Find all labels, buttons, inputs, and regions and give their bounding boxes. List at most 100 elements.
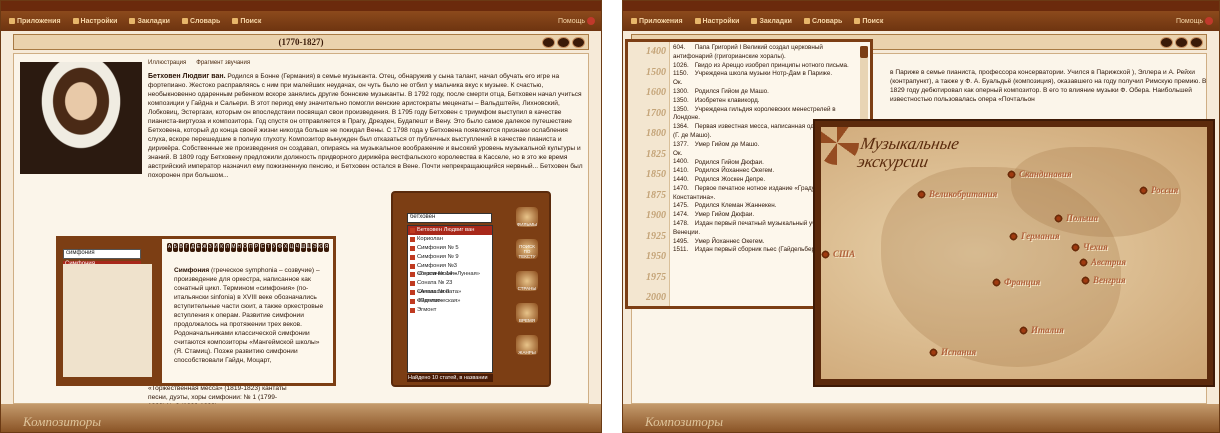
- search-result-item[interactable]: Симфония №3 «Героическая»: [408, 262, 492, 277]
- forward-button[interactable]: [1175, 37, 1188, 48]
- article-heading: Бетховен Людвиг ван.: [148, 73, 226, 80]
- city-label[interactable]: Германия: [1021, 231, 1060, 241]
- menu-item-settings[interactable]: Настройки: [694, 18, 739, 25]
- city-label[interactable]: Италия: [1031, 325, 1064, 335]
- alphabet-letter[interactable]: Р: [254, 243, 259, 252]
- back-button[interactable]: [1160, 37, 1173, 48]
- alphabet-letter[interactable]: З: [207, 243, 213, 252]
- alphabet-letter[interactable]: О: [242, 243, 248, 252]
- search-input[interactable]: бетховен: [407, 213, 492, 223]
- alphabet-letter[interactable]: Т: [265, 243, 271, 252]
- search-result-item[interactable]: Кориолан: [408, 235, 492, 244]
- menu-item-apps[interactable]: Приложения: [9, 18, 61, 25]
- search-result-item[interactable]: Симфония № 9: [408, 253, 492, 262]
- search-result-item[interactable]: Симфония № 5: [408, 244, 492, 253]
- alphabet-letter[interactable]: Д: [190, 243, 196, 252]
- event-text: Родился Клеман Жаннекен.: [693, 202, 777, 210]
- search-result-item[interactable]: Соната № 23 «Аппассионата»: [408, 279, 492, 295]
- help-button[interactable]: Помощь: [558, 17, 595, 25]
- menu-item-dictionary[interactable]: Словарь: [181, 18, 220, 25]
- menu-item-search[interactable]: Поиск: [854, 18, 883, 25]
- settings-icon: [694, 18, 701, 24]
- city-label[interactable]: Скандинавия: [1019, 169, 1071, 179]
- dictionary-icon: [803, 18, 810, 24]
- city-pin-icon[interactable]: [1019, 326, 1028, 335]
- city-pin-icon[interactable]: [992, 278, 1001, 287]
- side-nav-button[interactable]: СТРАНЫ: [516, 271, 538, 291]
- home-button[interactable]: [572, 37, 585, 48]
- alphabet-letter[interactable]: М: [230, 243, 236, 252]
- city-pin-icon[interactable]: [929, 348, 938, 357]
- search-result-item[interactable]: Фиделио: [408, 297, 492, 306]
- city-pin-icon[interactable]: [1071, 243, 1080, 252]
- city-pin-icon[interactable]: [1081, 276, 1090, 285]
- city-label[interactable]: Испания: [941, 347, 976, 357]
- home-button[interactable]: [1190, 37, 1203, 48]
- city-pin-icon[interactable]: [1139, 186, 1148, 195]
- city-pin-icon[interactable]: [1054, 214, 1063, 223]
- city-label[interactable]: Австрия: [1091, 257, 1126, 267]
- menu-item-dictionary[interactable]: Словарь: [803, 18, 842, 25]
- city-label[interactable]: Россия: [1151, 185, 1178, 195]
- side-nav-button[interactable]: ПОИСК ПО ТЕКСТУ: [516, 239, 538, 259]
- search-result-item[interactable]: Эгмонт: [408, 306, 492, 315]
- event-year: 1495.: [673, 237, 689, 245]
- forward-button[interactable]: [557, 37, 570, 48]
- alphabet-letter[interactable]: Я: [324, 243, 329, 252]
- city-pin-icon[interactable]: [1009, 232, 1018, 241]
- alphabet-letter[interactable]: Л: [225, 243, 230, 252]
- alphabet-letter[interactable]: Х: [283, 243, 289, 252]
- illustration-link[interactable]: Иллюстрация: [148, 60, 186, 66]
- dictionary-search-input[interactable]: симфония: [63, 249, 141, 259]
- alphabet-letter[interactable]: Ю: [318, 243, 324, 252]
- alphabet-letter[interactable]: И: [213, 243, 219, 252]
- event-text: Родился Йоханнес Окегем.: [693, 167, 775, 175]
- europe-map[interactable]: Музыкальные экскурсии Скандинавия Великобр…: [821, 127, 1207, 379]
- city-pin-icon[interactable]: [1007, 170, 1016, 179]
- city-label[interactable]: США: [833, 249, 855, 259]
- alphabet-letter[interactable]: Г: [184, 243, 190, 252]
- side-nav-button[interactable]: ЖАНРЫ: [516, 335, 538, 355]
- alphabet-letter[interactable]: Н: [236, 243, 242, 252]
- alphabet-letter[interactable]: П: [248, 243, 254, 252]
- alphabet-letter[interactable]: Е: [196, 243, 201, 252]
- help-button[interactable]: Помощь: [1176, 17, 1213, 25]
- search-result-item[interactable]: Бетховен Людвиг ван: [408, 226, 492, 235]
- alphabet-letter[interactable]: В: [178, 243, 184, 252]
- back-button[interactable]: [542, 37, 555, 48]
- city-label[interactable]: Франция: [1004, 277, 1040, 287]
- menu-item-apps[interactable]: Приложения: [631, 18, 683, 25]
- city-label[interactable]: Венгрия: [1093, 275, 1125, 285]
- side-nav-button[interactable]: ФИЛЬМЫ: [516, 207, 538, 227]
- alphabet-letter[interactable]: Б: [172, 243, 178, 252]
- dictionary-list[interactable]: [63, 264, 152, 377]
- menu-item-search[interactable]: Поиск: [232, 18, 261, 25]
- event-text: Учреждена школа музыки Нотр-Дам в Париже…: [693, 70, 833, 78]
- alphabet-letter[interactable]: А: [167, 243, 172, 252]
- alphabet-letter[interactable]: С: [260, 243, 265, 252]
- city-pin-icon[interactable]: [1079, 258, 1088, 267]
- alphabet-letter[interactable]: К: [219, 243, 225, 252]
- alphabet-letter[interactable]: Ж: [201, 243, 207, 252]
- alphabet-letter[interactable]: Ф: [277, 243, 283, 252]
- city-pin-icon[interactable]: [917, 190, 926, 199]
- city-pin-icon[interactable]: [821, 250, 830, 259]
- alphabet-letter[interactable]: У: [271, 243, 277, 252]
- city-label[interactable]: Польша: [1066, 213, 1098, 223]
- search-result-item[interactable]: Соната № 8 «Патетическая»: [408, 288, 492, 304]
- menu-item-settings[interactable]: Настройки: [72, 18, 117, 25]
- alphabet-bar: АБВГДЕЖЗИКЛМНОПРСТУФХЦЧШЩЭЮЯ: [167, 243, 329, 252]
- side-nav-button[interactable]: ВРЕМЯ: [516, 303, 538, 323]
- alphabet-letter[interactable]: Ч: [294, 243, 300, 252]
- menu-item-bookmarks[interactable]: Закладки: [751, 18, 792, 25]
- city-label[interactable]: Чехия: [1083, 242, 1108, 252]
- menu-item-bookmarks[interactable]: Закладки: [129, 18, 170, 25]
- footer-logo: Композиторы: [23, 414, 102, 429]
- alphabet-letter[interactable]: Ц: [289, 243, 294, 252]
- city-label[interactable]: Великобритания: [929, 189, 997, 199]
- search-result-item[interactable]: Соната № 14 «Лунная»: [408, 270, 492, 279]
- alphabet-letter[interactable]: Ш: [300, 243, 306, 252]
- alphabet-letter[interactable]: Щ: [306, 243, 312, 252]
- music-fragment-link[interactable]: Фрагмент звучания: [196, 60, 250, 66]
- alphabet-letter[interactable]: Э: [312, 243, 318, 252]
